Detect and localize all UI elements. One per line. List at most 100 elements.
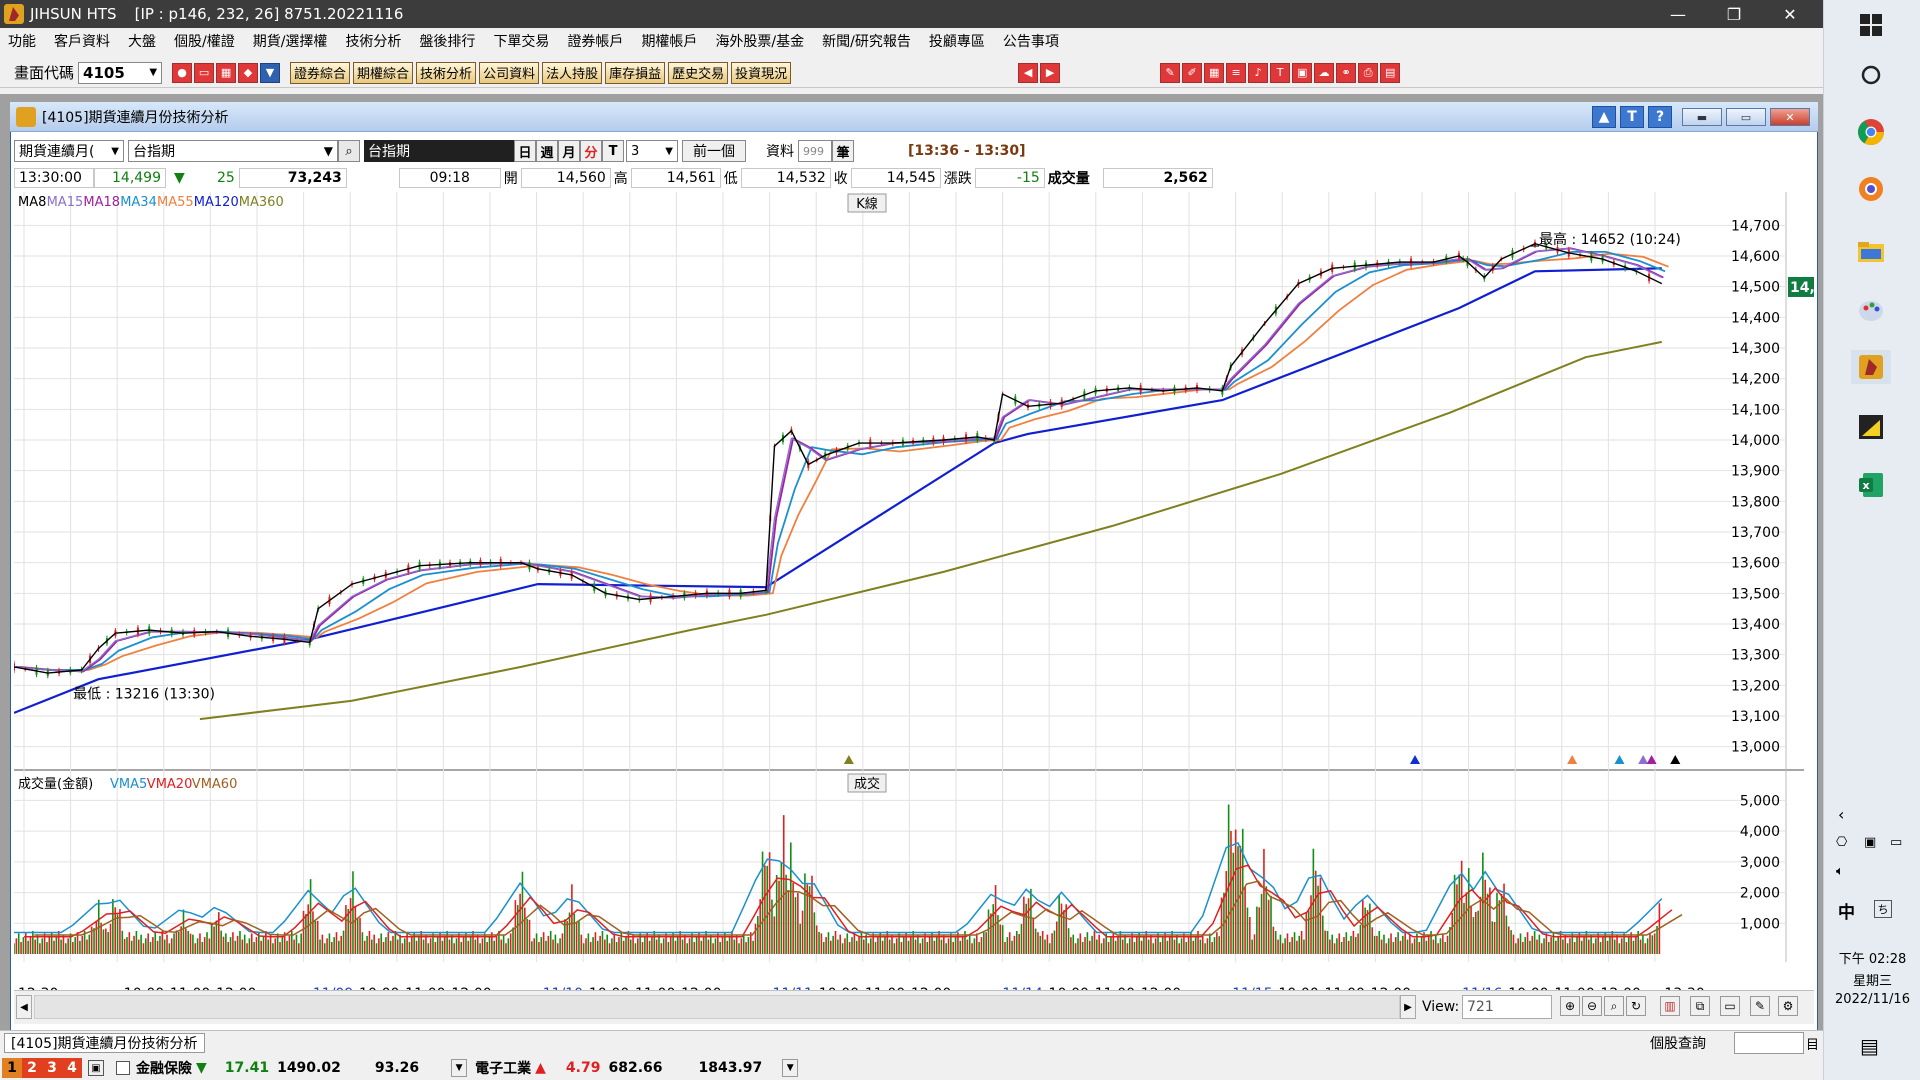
period-month-button[interactable]: 月 <box>558 140 580 162</box>
child-restore-button[interactable]: ▭ <box>1726 108 1766 126</box>
chevron-down-icon[interactable]: ▼ <box>111 146 119 157</box>
technical-analysis-button[interactable]: 技術分析 <box>416 61 477 84</box>
menu-item[interactable]: 投顧專區 <box>929 31 985 51</box>
excel-icon[interactable]: x <box>1854 468 1888 502</box>
menu-item[interactable]: 證券帳戶 <box>567 31 623 51</box>
product-input[interactable]: 台指期 ▼ <box>128 140 338 162</box>
image-icon[interactable]: ▣ <box>1292 62 1313 83</box>
menu-item[interactable]: 功能 <box>8 31 36 51</box>
menu-item[interactable]: 下單交易 <box>493 31 549 51</box>
menu-item[interactable]: 期權帳戶 <box>641 31 697 51</box>
securities-overview-button[interactable]: 證券綜合 <box>290 61 351 84</box>
menu-item[interactable]: 盤後排行 <box>419 31 475 51</box>
child-close-button[interactable]: ✕ <box>1770 108 1810 126</box>
magnifier-icon[interactable]: ⌕ <box>338 140 360 162</box>
inventory-pnl-button[interactable]: 庫存損益 <box>605 61 666 84</box>
menu-item[interactable]: 公告事項 <box>1003 31 1059 51</box>
scroll-left-button[interactable]: ◀ <box>16 995 32 1019</box>
cloud-icon[interactable]: ☁ <box>1314 62 1335 83</box>
period-tick-button[interactable]: T <box>602 140 624 162</box>
dropdown-icon[interactable]: ▼ <box>260 62 281 83</box>
paint-icon[interactable] <box>1854 293 1888 327</box>
input-method-icon[interactable]: 目 <box>1806 1034 1819 1053</box>
chevron-down-icon[interactable]: ▼ <box>782 1059 799 1077</box>
unit-button[interactable]: 筆 <box>832 140 854 162</box>
investment-status-button[interactable]: 投資現況 <box>731 61 792 84</box>
period-week-button[interactable]: 週 <box>536 140 558 162</box>
search-icon[interactable]: ⌕ <box>1604 996 1624 1016</box>
clock-time[interactable]: 下午 02:28 <box>1824 948 1920 967</box>
back-arrow-icon[interactable]: ◀ <box>1018 62 1039 83</box>
sticky-notes-icon[interactable] <box>1854 410 1888 444</box>
windows-start-icon[interactable] <box>1854 8 1888 42</box>
clock-date[interactable]: 2022/11/16 <box>1824 992 1920 1007</box>
data-count-input[interactable]: 999 <box>798 140 832 162</box>
forward-arrow-icon[interactable]: ▶ <box>1040 62 1061 83</box>
menu-item[interactable]: 新聞/研究報告 <box>822 31 911 51</box>
grid-icon[interactable]: ▦ <box>1204 62 1225 83</box>
tool-icon[interactable]: ✎ <box>1160 62 1181 83</box>
period-day-button[interactable]: 日 <box>514 140 536 162</box>
screen-2-button[interactable]: 2 <box>22 1058 42 1078</box>
stock-query-input[interactable] <box>1734 1032 1804 1054</box>
copy-icon[interactable]: ⧉ <box>1690 996 1710 1016</box>
window-icon[interactable]: ▭ <box>1720 996 1740 1016</box>
pencil-icon[interactable]: ✎ <box>1750 996 1770 1016</box>
text-tool-icon[interactable]: T <box>1620 106 1644 128</box>
horizontal-scrollbar[interactable] <box>34 995 1400 1019</box>
child-minimize-button[interactable]: ▬ <box>1682 108 1722 126</box>
file-explorer-icon[interactable] <box>1854 235 1888 269</box>
display-icon[interactable]: ▭ <box>1890 835 1902 850</box>
menu-item[interactable]: 技術分析 <box>345 31 401 51</box>
minimize-button[interactable]: — <box>1650 0 1706 28</box>
institutional-holdings-button[interactable]: 法人持股 <box>542 61 603 84</box>
list-icon[interactable]: ≡ <box>1226 62 1247 83</box>
search-icon[interactable]: ● <box>172 62 193 83</box>
prev-button[interactable]: 前一個 <box>682 140 746 162</box>
period-minute-button[interactable]: 分 <box>580 140 602 162</box>
futures-options-overview-button[interactable]: 期權綜合 <box>353 61 414 84</box>
chrome-icon[interactable] <box>1854 115 1888 149</box>
scroll-right-button[interactable]: ▶ <box>1400 995 1416 1019</box>
technical-chart[interactable]: 13,000 13,100 13,200 13,300 13,400 13,500 13,6… <box>14 192 1814 998</box>
chevron-down-icon[interactable]: ▼ <box>149 67 157 78</box>
zoom-out-icon[interactable]: ⊖ <box>1582 996 1602 1016</box>
window-icon[interactable]: ▭ <box>194 62 215 83</box>
chevron-down-icon[interactable]: ▼ <box>324 144 333 158</box>
menu-item[interactable]: 大盤 <box>128 31 156 51</box>
network-icon[interactable]: ▣ <box>1864 835 1876 850</box>
sector-checkbox[interactable] <box>116 1061 130 1075</box>
menu-item[interactable]: 客戶資料 <box>54 31 110 51</box>
ime-indicator[interactable]: 中 <box>1838 898 1855 923</box>
chart-settings-icon[interactable]: ▥ <box>1660 996 1680 1016</box>
window-tab[interactable]: [4105]期貨連續月份技術分析 <box>4 1033 205 1053</box>
menu-item[interactable]: 個股/權證 <box>174 31 235 51</box>
note-icon[interactable]: ♪ <box>1248 62 1269 83</box>
notification-icon[interactable]: ▤ <box>1860 1034 1879 1058</box>
text-icon[interactable]: T <box>1270 62 1291 83</box>
zoom-in-icon[interactable]: ⊕ <box>1560 996 1580 1016</box>
camera-icon[interactable]: ⎔ <box>1836 835 1847 850</box>
print-icon[interactable]: ⎙ <box>1358 62 1379 83</box>
close-button[interactable]: ✕ <box>1762 0 1818 28</box>
browser-icon[interactable] <box>1854 172 1888 206</box>
refresh-icon[interactable]: ↻ <box>1626 996 1646 1016</box>
chevron-down-icon[interactable]: ▼ <box>451 1059 468 1077</box>
jihsun-hts-icon[interactable] <box>1851 350 1891 384</box>
up-triangle-icon[interactable]: ▲ <box>1592 106 1616 128</box>
screen-1-button[interactable]: 1 <box>2 1058 22 1078</box>
lock-icon[interactable]: ▣ <box>88 1060 104 1076</box>
company-data-button[interactable]: 公司資料 <box>479 61 540 84</box>
screen-3-button[interactable]: 3 <box>42 1058 62 1078</box>
trade-history-button[interactable]: 歷史交易 <box>668 61 729 84</box>
volume-icon[interactable]: 🔈︎ <box>1836 864 1844 879</box>
chevron-left-icon[interactable]: ‹ <box>1838 805 1844 824</box>
pen-icon[interactable]: ✐ <box>1182 62 1203 83</box>
ime-mode-icon[interactable]: ち <box>1874 900 1892 918</box>
save-icon[interactable]: ▤ <box>1380 62 1401 83</box>
screen-code-input[interactable]: 4105 ▼ <box>78 61 163 84</box>
gear-icon[interactable]: ⚙ <box>1778 996 1798 1016</box>
clock-weekday[interactable]: 星期三 <box>1824 970 1920 989</box>
interval-select[interactable]: 3 ▼ <box>626 140 678 162</box>
screen-4-button[interactable]: 4 <box>62 1058 82 1078</box>
